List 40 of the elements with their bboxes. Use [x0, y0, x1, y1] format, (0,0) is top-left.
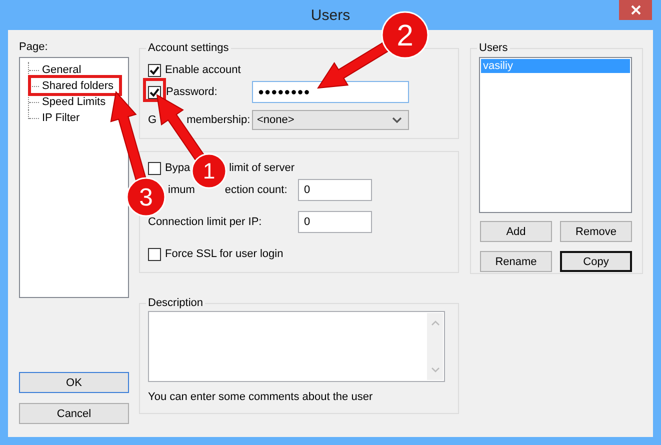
caret-icon: [392, 117, 402, 123]
checkbox-label: Password:: [166, 86, 218, 98]
field-label: Connection limit per IP:: [148, 216, 263, 228]
field-label: G: [148, 114, 157, 126]
dialog-button[interactable]: Cancel: [19, 403, 129, 424]
checkbox-label: Force SSL for user login: [165, 248, 284, 260]
tree-item[interactable]: General: [42, 64, 82, 76]
close-button[interactable]: [619, 0, 652, 20]
field-label: ection count:: [224, 184, 288, 196]
checkbox[interactable]: [148, 64, 161, 76]
group-title: Users: [478, 41, 509, 55]
tree-item[interactable]: IP Filter: [42, 112, 80, 124]
user-button[interactable]: Copy: [560, 251, 632, 272]
user-button[interactable]: Rename: [480, 251, 552, 272]
user-button[interactable]: Add: [480, 221, 552, 242]
number-field[interactable]: 0: [298, 179, 372, 201]
tree-item[interactable]: Shared folders: [42, 80, 114, 92]
page-label: Page:: [19, 40, 49, 55]
checkbox-label: limit of server: [229, 162, 294, 174]
user-button[interactable]: Remove: [560, 221, 632, 242]
group-title: Account settings: [147, 41, 230, 55]
checkbox[interactable]: [148, 86, 161, 98]
checkbox[interactable]: [148, 162, 161, 174]
field-label: membership:: [186, 114, 250, 126]
close-icon: [630, 4, 642, 16]
highlight-frame: [143, 78, 166, 102]
checkbox[interactable]: [148, 248, 161, 260]
tree-item[interactable]: Speed Limits: [42, 96, 106, 108]
dialog-button[interactable]: OK: [19, 372, 129, 393]
step-marker: 3: [126, 177, 166, 217]
checkbox-label: Enable account: [165, 64, 241, 76]
step-marker: 2: [381, 11, 429, 59]
group-dropdown[interactable]: <none>: [252, 110, 409, 130]
password-field[interactable]: ●●●●●●●●: [252, 81, 409, 103]
window-title: Users: [310, 8, 350, 22]
checkbox-label: Bypa: [165, 162, 190, 174]
group-title: Description: [147, 296, 204, 310]
description-hint: You can enter some comments about the user: [148, 391, 374, 404]
number-field[interactable]: 0: [298, 211, 372, 233]
description-field[interactable]: [148, 311, 445, 382]
